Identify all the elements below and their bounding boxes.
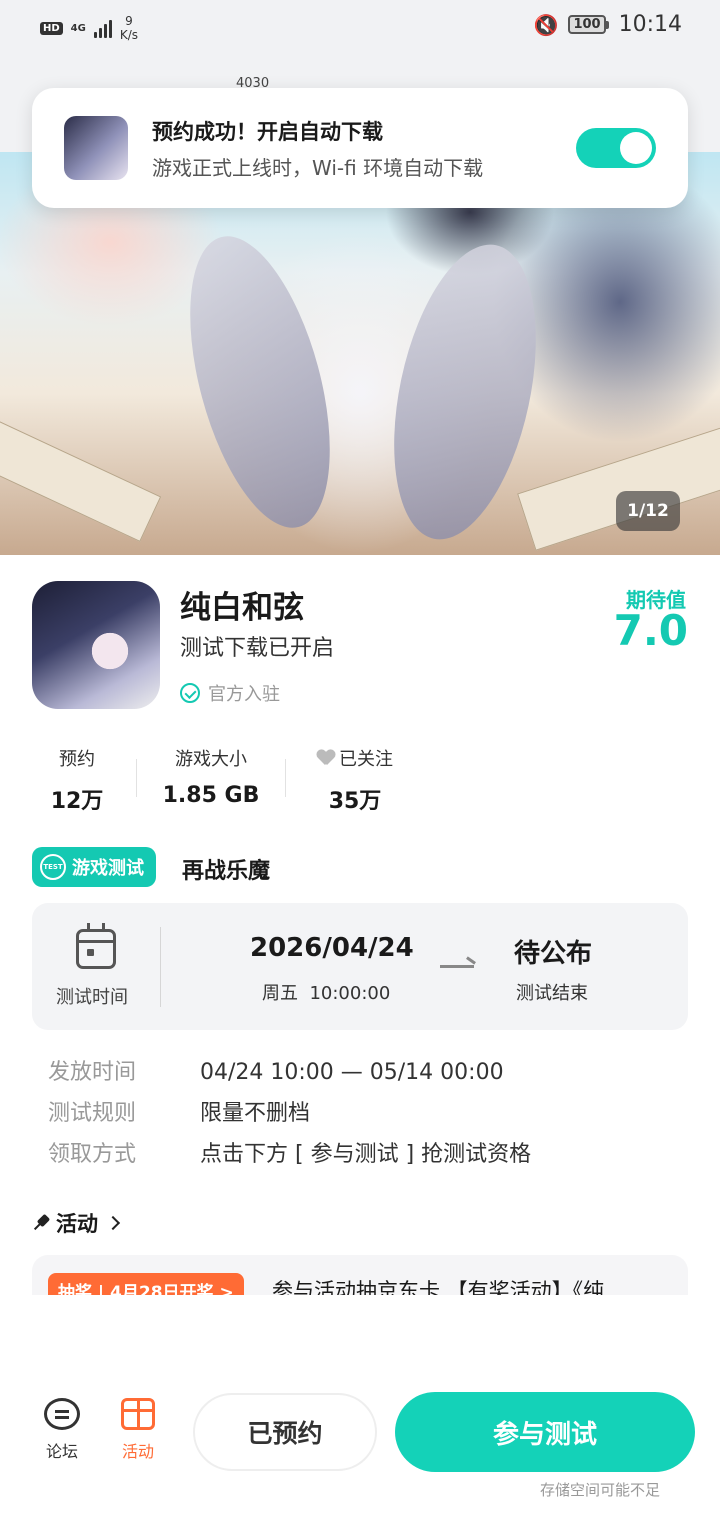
auto-download-toggle[interactable] (576, 128, 656, 168)
chevron-right-icon (105, 1215, 121, 1231)
hero-banner[interactable] (0, 152, 720, 555)
test-end-value: 待公布 (514, 939, 593, 969)
forum-icon (44, 1398, 80, 1430)
info-row-rules: 测试规则 限量不删档 (48, 1095, 310, 1127)
stats-row: 预约 12万 游戏大小 1.85 GB 已关注 35万 (32, 745, 424, 815)
test-start-time: 周五 10:00:00 (262, 983, 391, 1004)
signal-icon (93, 18, 112, 38)
net-speed: 9 K/s (120, 14, 138, 42)
info-value: 04/24 10:00 — 05/14 00:00 (200, 1060, 504, 1085)
arrow-right-icon (440, 965, 474, 968)
lottery-tag: 抽奖 | 4月28日开奖 > (48, 1273, 244, 1295)
banner-art (163, 221, 357, 543)
stat-label-follow: 已关注 (286, 745, 424, 771)
card-divider (160, 927, 161, 1007)
info-key: 测试规则 (48, 1101, 137, 1126)
info-value: 点击下方 [ 参与测试 ] 抢测试资格 (200, 1142, 532, 1167)
official-label: 官方入驻 (208, 684, 280, 705)
info-key: 领取方式 (48, 1142, 137, 1167)
network-type: 4G (70, 22, 86, 34)
banner-art-4 (0, 412, 162, 542)
pin-icon (28, 1210, 53, 1235)
notification-subtitle: 游戏正式上线时，Wi-fi 环境自动下载 (152, 156, 484, 180)
stat-value: 35万 (328, 789, 382, 814)
storage-warning: 存储空间可能不足 (540, 1481, 661, 1499)
activity-text: 参与活动抽京东卡 【有奖活动】《纯 (272, 1279, 605, 1295)
nav-activity-label: 活动 (121, 1442, 154, 1461)
net-speed-unit: K/s (119, 28, 139, 42)
mute-icon: 🔇 (533, 12, 559, 37)
stat-value: 1.85 GB (162, 783, 260, 808)
game-name: 纯白和弦 (180, 590, 304, 626)
gift-icon (121, 1398, 155, 1430)
check-circle-icon (180, 683, 200, 703)
toggle-knob (620, 132, 652, 164)
game-subtitle: 测试下载已开启 (180, 636, 335, 661)
stat-reservations: 预约 12万 (32, 745, 122, 815)
test-time-card: 测试时间 2026/04/24 周五 10:00:00 待公布 测试结束 (32, 903, 688, 1030)
official-badge: 官方入驻 (180, 680, 280, 706)
calendar-icon (76, 923, 116, 969)
nav-forum-label: 论坛 (45, 1442, 78, 1461)
stat-follow[interactable]: 已关注 35万 (286, 745, 424, 815)
join-test-button[interactable]: 参与测试 (395, 1392, 695, 1472)
banner-art-3 (517, 413, 720, 551)
stat-size: 游戏大小 1.85 GB (137, 745, 285, 815)
hd-icon: HD (40, 21, 63, 35)
test-time-label: 测试时间 (56, 987, 128, 1008)
stat-label: 游戏大小 (175, 749, 247, 770)
battery-icon: 100 (568, 15, 609, 34)
notification-app-icon (64, 116, 128, 180)
banner-counter: 1/12 (616, 491, 680, 531)
reserved-button[interactable]: 已预约 (193, 1393, 377, 1471)
battery-level: 100 (568, 15, 606, 34)
test-end-label: 测试结束 (516, 983, 588, 1004)
nav-activity[interactable]: 活动 (110, 1398, 166, 1462)
reservation-notification[interactable]: 预约成功！开启自动下载 游戏正式上线时，Wi-fi 环境自动下载 (32, 88, 688, 208)
test-name: 再战乐魔 (182, 859, 271, 884)
game-test-badge: TEST 游戏测试 (32, 847, 156, 887)
activity-header[interactable]: 活动 (32, 1208, 121, 1238)
stat-label: 已关注 (339, 749, 393, 770)
game-icon (32, 581, 160, 709)
status-right: 🔇 100 10:14 (534, 12, 682, 37)
heart-icon (317, 750, 335, 766)
status-bar: HD 4G 9 K/s 🔇 100 10:14 (0, 0, 720, 56)
clock: 10:14 (618, 12, 682, 37)
test-clock-icon: TEST (40, 854, 66, 880)
activity-card[interactable]: 抽奖 | 4月28日开奖 > 参与活动抽京东卡 【有奖活动】《纯 (32, 1255, 688, 1295)
test-start-date: 2026/04/24 (250, 933, 414, 963)
info-value: 限量不删档 (200, 1101, 311, 1126)
info-row-method: 领取方式 点击下方 [ 参与测试 ] 抢测试资格 (48, 1136, 531, 1168)
info-row-release: 发放时间 04/24 10:00 — 05/14 00:00 (48, 1054, 504, 1086)
stat-value: 12万 (50, 789, 104, 814)
net-speed-value: 9 (125, 14, 133, 28)
notification-title: 预约成功！开启自动下载 (152, 120, 383, 144)
test-badge-label: 游戏测试 (72, 858, 144, 879)
stat-label: 预约 (59, 749, 95, 770)
status-left: HD 4G 9 K/s (40, 14, 138, 42)
info-key: 发放时间 (48, 1060, 137, 1085)
nav-forum[interactable]: 论坛 (34, 1398, 90, 1462)
expectation-value: 7.0 (613, 606, 688, 655)
activity-heading: 活动 (56, 1212, 98, 1236)
